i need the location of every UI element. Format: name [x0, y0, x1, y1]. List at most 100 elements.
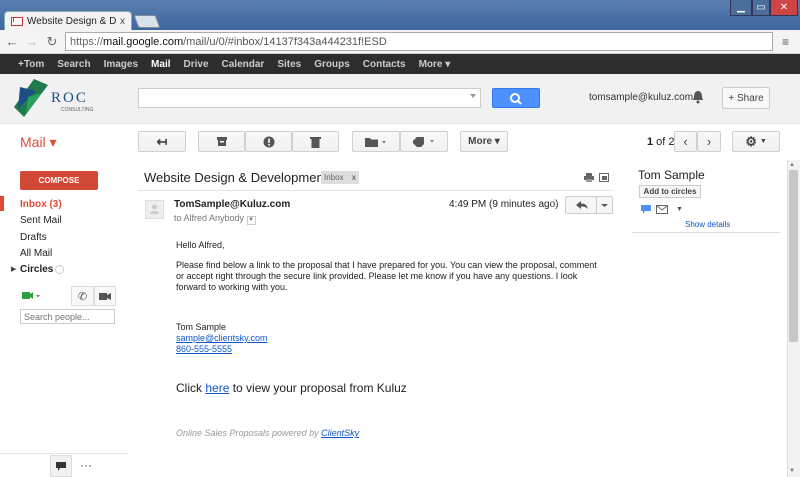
close-window-button[interactable]: ✕: [770, 0, 798, 16]
gmail-icon: [11, 17, 23, 26]
chevron-down-icon: ▼: [759, 138, 767, 145]
older-button[interactable]: ›: [697, 131, 721, 152]
archive-icon: [216, 137, 227, 146]
phone-button[interactable]: ✆: [71, 286, 94, 306]
back-icon[interactable]: ←: [4, 34, 20, 50]
proposal-link[interactable]: here: [205, 381, 229, 395]
proposal-post: to view your proposal from Kuluz: [229, 381, 407, 395]
account-email[interactable]: tomsample@kuluz.com: [589, 92, 693, 103]
contact-chat-icon[interactable]: [641, 205, 651, 217]
label-icon: [413, 137, 434, 147]
expand-circles-icon[interactable]: ▶: [11, 265, 16, 273]
gbar-item-groups[interactable]: Groups: [314, 59, 350, 70]
video-button[interactable]: [94, 286, 116, 306]
menu-icon[interactable]: ≡: [782, 35, 789, 49]
remove-label-button[interactable]: x: [352, 173, 356, 182]
gbar-item-drive[interactable]: Drive: [184, 59, 209, 70]
star-icon[interactable]: ☆: [548, 196, 560, 212]
labels-button[interactable]: [400, 131, 448, 152]
gbar-item-sites[interactable]: Sites: [277, 59, 301, 70]
newer-button[interactable]: ‹: [674, 131, 697, 152]
sender-avatar: [145, 200, 164, 219]
gbar-item-tom[interactable]: +Tom: [18, 59, 44, 70]
subject-divider: [138, 190, 613, 191]
chevron-left-icon: ‹: [683, 134, 688, 149]
reply-button[interactable]: [565, 196, 597, 214]
signature-email-link[interactable]: sample@clientsky.com: [176, 333, 268, 343]
folder-icon: [365, 137, 386, 147]
spam-icon: [263, 136, 274, 147]
phone-icon: ✆: [77, 290, 88, 303]
show-details-link[interactable]: Show details: [685, 220, 730, 229]
scroll-up-icon[interactable]: ▲: [789, 162, 795, 168]
message-time: 4:49 PM (9 minutes ago): [449, 199, 559, 210]
nav-drafts[interactable]: Drafts: [20, 232, 47, 243]
gear-icon: ⚙: [745, 133, 757, 149]
chevron-down-icon: [601, 204, 608, 207]
browser-tab[interactable]: Website Design & Develop x: [4, 11, 132, 31]
compose-button[interactable]: COMPOSE: [20, 171, 98, 190]
contact-email-icon[interactable]: [656, 205, 668, 217]
contact-name[interactable]: Tom Sample: [638, 168, 705, 182]
chat-button[interactable]: [50, 455, 72, 477]
video-chat-icon[interactable]: [22, 291, 42, 304]
move-to-button[interactable]: [352, 131, 400, 152]
signature-name: Tom Sample: [176, 322, 227, 332]
tab-close-button[interactable]: x: [120, 16, 125, 27]
nav-inbox[interactable]: Inbox (3): [20, 199, 62, 210]
gbar-item-search[interactable]: Search: [57, 59, 90, 70]
recipient-details-icon[interactable]: ▼: [246, 216, 256, 225]
left-divider: [0, 453, 128, 454]
sender-email[interactable]: TomSample@Kuluz.com: [174, 199, 290, 210]
forward-icon[interactable]: →: [24, 34, 40, 50]
roc-logo[interactable]: ROC CONSULTING: [14, 79, 94, 119]
archive-button[interactable]: [198, 131, 245, 152]
new-window-icon[interactable]: [599, 173, 609, 185]
more-button[interactable]: More ▾: [460, 131, 508, 152]
share-button[interactable]: + Share: [722, 87, 770, 109]
gbar-item-images[interactable]: Images: [104, 59, 138, 70]
message-body: Hello Alfred, Please find below a link t…: [176, 240, 606, 355]
back-to-inbox-button[interactable]: ↤: [138, 131, 186, 152]
nav-circles[interactable]: Circles: [20, 264, 53, 275]
gbar-item-calendar[interactable]: Calendar: [222, 59, 265, 70]
notification-bell-icon[interactable]: [692, 90, 704, 104]
report-spam-button[interactable]: [245, 131, 292, 152]
gbar-item-more[interactable]: More ▾: [419, 59, 451, 70]
minimize-button[interactable]: ▁: [730, 0, 752, 16]
proposal-pre: Click: [176, 381, 206, 395]
powered-by-text: Online Sales Proposals powered by: [176, 428, 322, 438]
gbar-item-contacts[interactable]: Contacts: [363, 59, 406, 70]
logo-text: ROC: [51, 90, 88, 106]
reload-icon[interactable]: ↻: [44, 34, 60, 50]
signature-phone-link[interactable]: 860-555-5555: [176, 344, 232, 354]
message-more-button[interactable]: [596, 196, 613, 214]
message-paragraph: Please find below a link to the proposal…: [176, 260, 597, 292]
gbar-item-mail[interactable]: Mail: [151, 59, 170, 70]
logo-sub: CONSULTING: [61, 107, 94, 113]
clientsky-link[interactable]: ClientSky: [321, 428, 359, 438]
delete-button[interactable]: [292, 131, 339, 152]
add-to-circles-button[interactable]: Add to circles: [639, 185, 701, 198]
settings-button[interactable]: ⚙ ▼: [732, 131, 780, 152]
video-icon: [99, 292, 111, 300]
url-domain: mail.google.com: [103, 35, 184, 48]
search-input[interactable]: [138, 88, 481, 108]
address-bar[interactable]: https://mail.google.com/mail/u/0/#inbox/…: [65, 32, 773, 51]
reply-icon: [576, 201, 588, 209]
maximize-button[interactable]: ▭: [752, 0, 770, 16]
search-people-input[interactable]: [20, 309, 115, 324]
more-options-icon[interactable]: ···: [80, 458, 92, 472]
scrollbar-thumb[interactable]: [789, 170, 798, 342]
search-button[interactable]: [492, 88, 540, 108]
mail-menu[interactable]: Mail ▾: [20, 134, 57, 151]
chevron-right-icon: ›: [706, 134, 712, 149]
search-options-icon[interactable]: [470, 94, 476, 98]
recipient-text: to Alfred Anybody: [174, 213, 245, 223]
scroll-down-icon[interactable]: ▼: [789, 468, 795, 474]
nav-sent-mail[interactable]: Sent Mail: [20, 215, 62, 226]
print-icon[interactable]: [584, 173, 594, 185]
new-tab-button[interactable]: [133, 15, 161, 28]
nav-all-mail[interactable]: All Mail: [20, 248, 52, 259]
contact-more-icon[interactable]: ▼: [676, 206, 683, 213]
